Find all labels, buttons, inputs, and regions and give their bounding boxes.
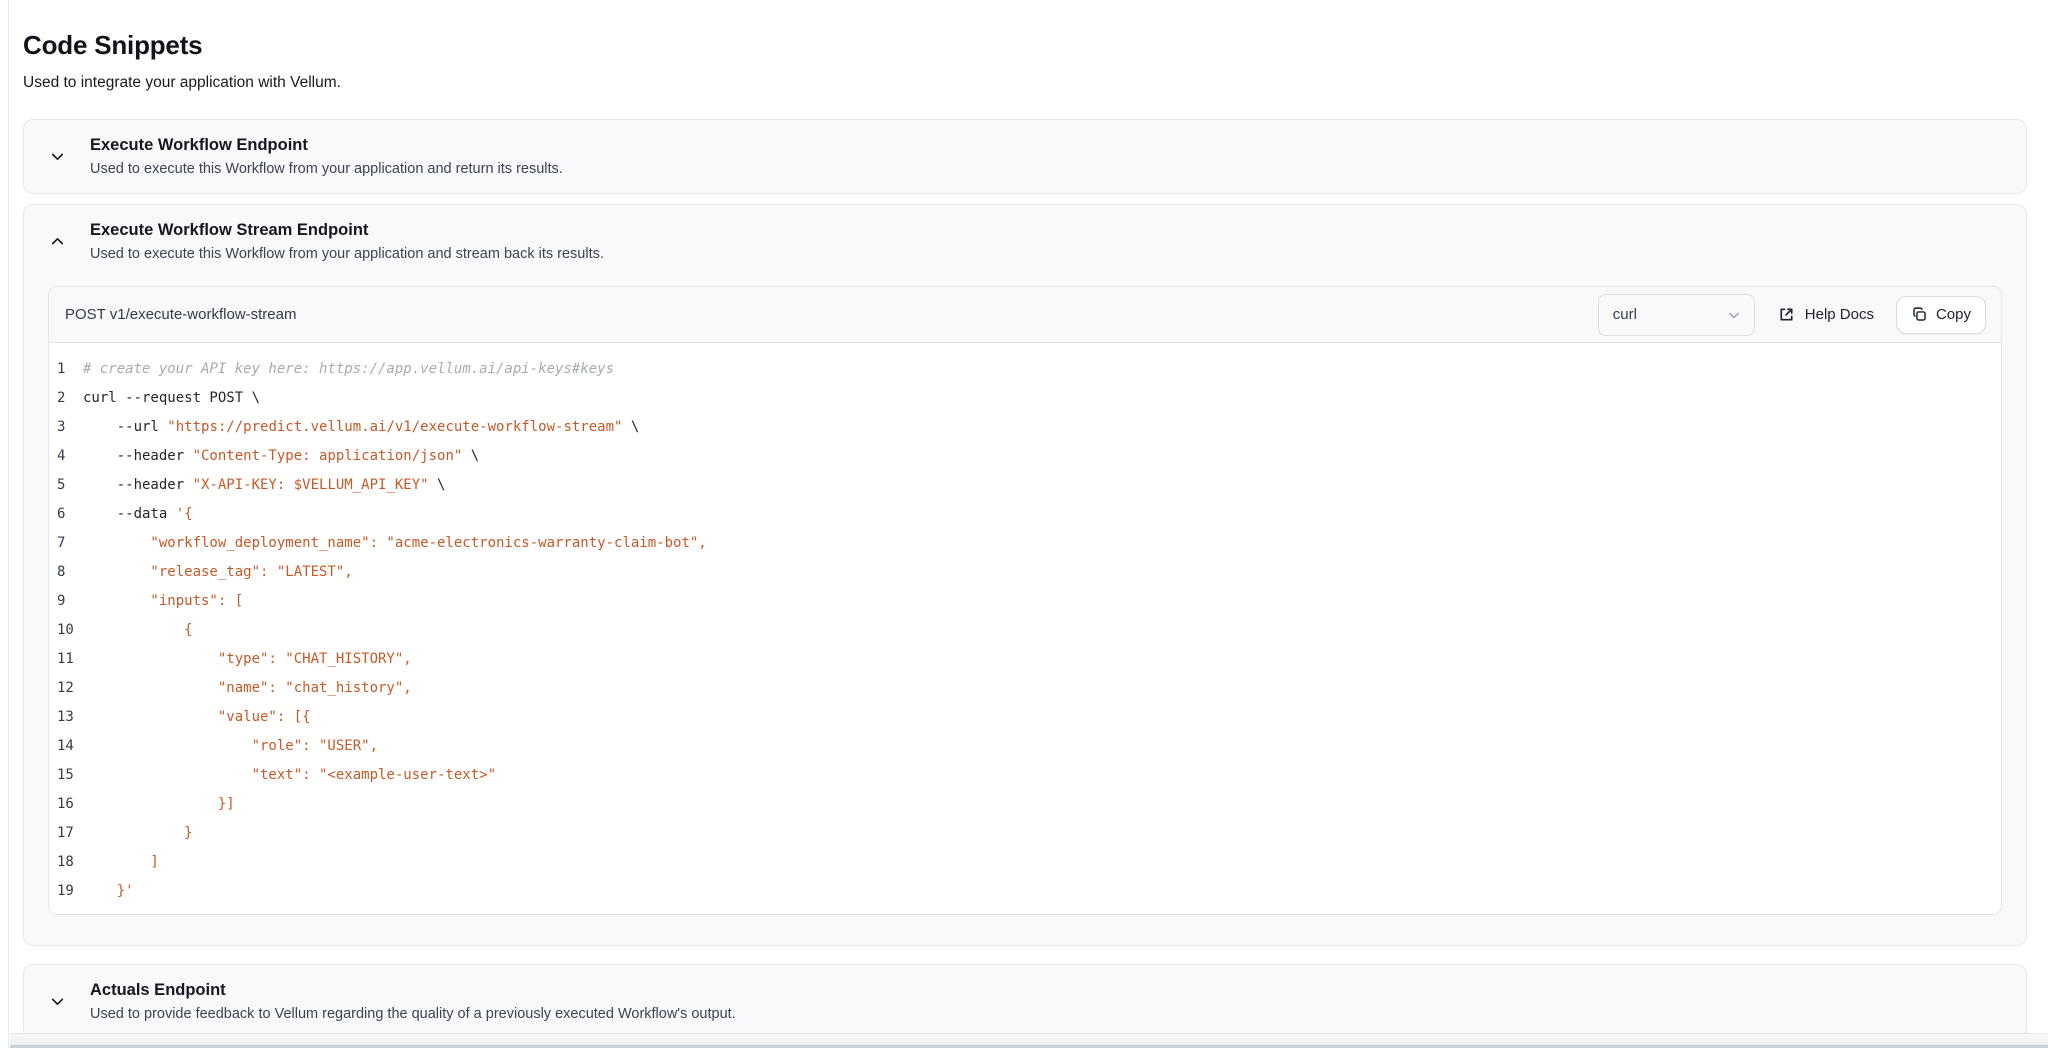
line-number: 18 (57, 854, 74, 870)
section-actuals-toggle[interactable]: Actuals Endpoint Used to provide feedbac… (24, 965, 2026, 1038)
code-line: 9 "inputs": [ (49, 587, 2001, 616)
page-subtitle: Used to integrate your application with … (23, 74, 341, 91)
chevron-down-icon (24, 993, 90, 1010)
chevron-up-icon (24, 233, 90, 250)
line-content: } (83, 825, 193, 841)
code-line: 7 "workflow_deployment_name": "acme-elec… (49, 529, 2001, 558)
code-snippet-panel: POST v1/execute-workflow-stream curl Hel… (48, 286, 2002, 915)
help-docs-link[interactable]: Help Docs (1777, 305, 1874, 324)
line-number: 5 (57, 477, 66, 493)
page-title: Code Snippets (23, 30, 203, 60)
line-number: 14 (57, 738, 74, 754)
section-execute-workflow-toggle[interactable]: Execute Workflow Endpoint Used to execut… (24, 120, 2026, 193)
line-content: "type": "CHAT_HISTORY", (83, 651, 412, 667)
line-content: "role": "USER", (83, 738, 379, 754)
line-number: 6 (57, 506, 66, 522)
line-number: 7 (57, 535, 66, 551)
copy-button[interactable]: Copy (1895, 295, 1986, 334)
line-content: "inputs": [ (83, 593, 244, 609)
code-line: 11 "type": "CHAT_HISTORY", (49, 645, 2001, 674)
line-content: "workflow_deployment_name": "acme-electr… (83, 535, 707, 551)
chevron-down-icon (24, 148, 90, 165)
section-head-text: Execute Workflow Endpoint Used to execut… (90, 134, 563, 179)
section-description: Used to provide feedback to Vellum regar… (90, 1006, 736, 1022)
line-number: 8 (57, 564, 66, 580)
code-line: 8 "release_tag": "LATEST", (49, 558, 2001, 587)
copy-icon (1911, 306, 1928, 323)
page-bottom-edge (10, 1033, 2048, 1048)
section-execute-workflow-stream-toggle[interactable]: Execute Workflow Stream Endpoint Used to… (24, 205, 2026, 278)
help-docs-label: Help Docs (1804, 306, 1874, 323)
code-line: 1 # create your API key here: https://ap… (49, 355, 2001, 384)
code-line: 5 --header "X-API-KEY: $VELLUM_API_KEY" … (49, 471, 2001, 500)
section-title: Actuals Endpoint (90, 981, 226, 999)
section-description: Used to execute this Workflow from your … (90, 161, 563, 177)
code-line: 13 "value": [{ (49, 703, 2001, 732)
section-description: Used to execute this Workflow from your … (90, 246, 604, 262)
code-line: 12 "name": "chat_history", (49, 674, 2001, 703)
line-number: 4 (57, 448, 66, 464)
code-line: 2 curl --request POST \ (49, 384, 2001, 413)
section-execute-workflow-stream: Execute Workflow Stream Endpoint Used to… (23, 204, 2027, 946)
section-head-text: Actuals Endpoint Used to provide feedbac… (90, 979, 736, 1024)
section-head-text: Execute Workflow Stream Endpoint Used to… (90, 219, 604, 264)
section-title: Execute Workflow Stream Endpoint (90, 221, 369, 239)
line-content: --data '{ (83, 506, 193, 522)
line-content: --url "https://predict.vellum.ai/v1/exec… (83, 419, 640, 435)
section-title: Execute Workflow Endpoint (90, 136, 308, 154)
code-line: 15 "text": "<example-user-text>" (49, 761, 2001, 790)
snippet-toolbar: POST v1/execute-workflow-stream curl Hel… (49, 287, 2001, 343)
code-lines: 1 # create your API key here: https://ap… (49, 355, 2001, 906)
line-number: 3 (57, 419, 66, 435)
line-content: --header "Content-Type: application/json… (83, 448, 480, 464)
line-number: 9 (57, 593, 66, 609)
line-number: 1 (57, 361, 66, 377)
line-number: 2 (57, 390, 66, 406)
code-line: 3 --url "https://predict.vellum.ai/v1/ex… (49, 413, 2001, 442)
snippet-actions: curl Help Docs Copy (1597, 293, 1986, 336)
language-select[interactable]: curl (1597, 293, 1755, 336)
line-content: "text": "<example-user-text>" (83, 767, 497, 783)
line-number: 12 (57, 680, 74, 696)
code-line: 18 ] (49, 848, 2001, 877)
code-line: 17 } (49, 819, 2001, 848)
copy-label: Copy (1935, 306, 1971, 323)
line-content: "release_tag": "LATEST", (83, 564, 353, 580)
line-content: }' (83, 883, 134, 899)
line-content: curl --request POST \ (83, 390, 261, 406)
line-content: "name": "chat_history", (83, 680, 412, 696)
line-content: { (83, 622, 193, 638)
code-line: 19 }' (49, 877, 2001, 906)
language-select-value: curl (1612, 306, 1637, 323)
chevron-down-icon (1726, 307, 1742, 323)
line-number: 11 (57, 651, 74, 667)
endpoint-label: POST v1/execute-workflow-stream (65, 306, 297, 323)
code-block: 1 # create your API key here: https://ap… (49, 343, 2001, 914)
line-content: }] (83, 796, 235, 812)
section-execute-workflow: Execute Workflow Endpoint Used to execut… (23, 119, 2027, 194)
line-number: 15 (57, 767, 74, 783)
code-line: 10 { (49, 616, 2001, 645)
external-link-icon (1777, 305, 1796, 324)
code-snippets-page: Code Snippets Used to integrate your app… (23, 0, 2027, 1039)
line-number: 19 (57, 883, 74, 899)
line-number: 13 (57, 709, 74, 725)
code-line: 4 --header "Content-Type: application/js… (49, 442, 2001, 471)
section-actuals: Actuals Endpoint Used to provide feedbac… (23, 964, 2027, 1039)
left-panel-divider (0, 0, 9, 1048)
code-line: 16 }] (49, 790, 2001, 819)
code-line: 6 --data '{ (49, 500, 2001, 529)
line-number: 17 (57, 825, 74, 841)
line-content: ] (83, 854, 159, 870)
line-content: --header "X-API-KEY: $VELLUM_API_KEY" \ (83, 477, 446, 493)
line-number: 16 (57, 796, 74, 812)
line-content: # create your API key here: https://app.… (83, 361, 615, 377)
code-line: 14 "role": "USER", (49, 732, 2001, 761)
line-number: 10 (57, 622, 74, 638)
line-content: "value": [{ (83, 709, 311, 725)
